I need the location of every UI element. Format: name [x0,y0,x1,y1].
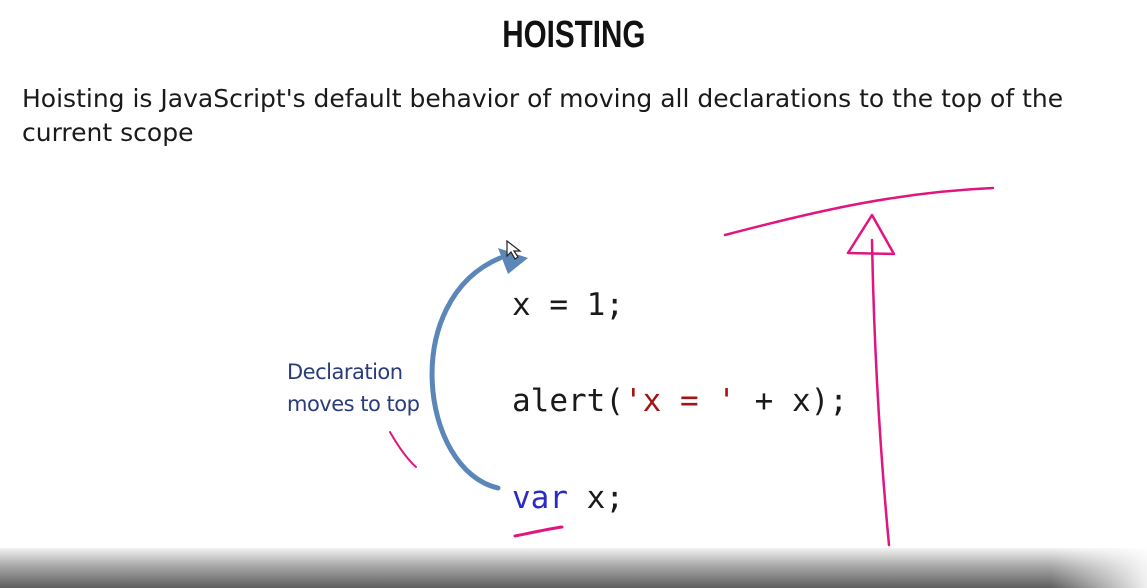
var-underline [513,525,564,538]
note-tick [389,431,417,468]
curved-arrow-icon [429,255,503,491]
drawing-layer [389,186,995,547]
bottom-glow [1050,548,1147,588]
scope-top-line [723,186,995,237]
pink-arrow-shaft [870,238,891,547]
bottom-shadow-bar [0,548,1147,588]
slide: HOISTING Hoisting is JavaScript's defaul… [0,0,1147,588]
